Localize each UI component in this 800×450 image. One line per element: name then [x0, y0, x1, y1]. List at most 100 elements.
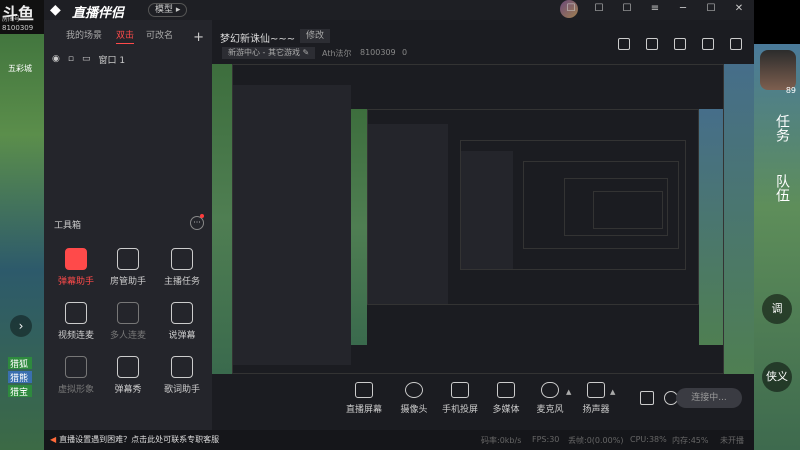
admin-icon: [117, 248, 139, 270]
heat-count: 0: [402, 48, 408, 57]
nested-left-panel-3: [461, 151, 513, 269]
minimize-icon[interactable]: ─: [676, 2, 690, 16]
toolbox-more-button[interactable]: ···: [190, 216, 204, 230]
record-icon[interactable]: [640, 391, 654, 405]
phone-cast-button[interactable]: 手机投屏: [436, 382, 484, 415]
task-label: 任务: [774, 114, 790, 142]
feedback-icon[interactable]: ☐: [620, 2, 634, 16]
game-background-right: 89 任务 队伍 调 侠义: [754, 44, 800, 450]
lock-icon[interactable]: ▫: [68, 54, 74, 64]
share-icon[interactable]: [730, 38, 742, 50]
tool-read-danmu[interactable]: 说弹幕: [154, 302, 210, 341]
title-bar: ◆ 直播伴侣 模型 ▸ ☐ ☐ ☐ ≡ ─ ☐ ✕: [44, 0, 754, 21]
game-character-avatar: [760, 50, 796, 90]
tool-danmu-assistant[interactable]: 弹幕助手: [48, 248, 104, 287]
nested-window-5: [564, 178, 668, 236]
camera-icon: [405, 382, 423, 398]
tool-danmu-show[interactable]: 弹幕秀: [100, 356, 156, 395]
cpu-stat: CPU:38%: [630, 435, 667, 444]
speaker-dropdown-icon[interactable]: ▲: [610, 388, 615, 396]
room-title: 梦幻新诛仙~~~: [220, 34, 296, 45]
multimedia-button[interactable]: 多媒体: [482, 382, 530, 415]
window-icon: ▭: [81, 54, 91, 64]
nested-game-right: [699, 109, 723, 345]
app-window: ◆ 直播伴侣 模型 ▸ ☐ ☐ ☐ ≡ ─ ☐ ✕ 我的场景 双击 可改名 + …: [44, 0, 754, 450]
video-linkmic-icon: [65, 302, 87, 324]
team-label: 队伍: [774, 174, 790, 202]
microphone-button[interactable]: 麦克风: [526, 382, 574, 415]
menu-icon[interactable]: ≡: [648, 2, 662, 16]
media-icon: [497, 382, 515, 398]
room-number: 8100309: [2, 24, 34, 32]
mode-button[interactable]: 模型 ▸: [148, 3, 188, 17]
douyu-logo-block: 斗鱼 房间号 8100309: [0, 0, 44, 34]
tool-lyrics-assistant[interactable]: 歌词助手: [154, 356, 210, 395]
tool-video-linkmic[interactable]: 视频连麦: [48, 302, 104, 341]
game-chip: 猎熊: [8, 371, 32, 384]
add-scene-icon[interactable]: +: [193, 30, 204, 45]
screen-capture-button[interactable]: 直播屏幕: [340, 382, 388, 415]
edit-title-button[interactable]: 修改: [300, 29, 331, 43]
game-area-label: 五彩城: [8, 64, 32, 73]
mic-dropdown-icon[interactable]: ▲: [566, 388, 571, 396]
gift-icon[interactable]: [618, 38, 630, 50]
status-bar: ◀ 直播设置遇到困难？点击此处可联系专职客服 码率:0kb/s FPS:30 丢帧…: [44, 430, 754, 450]
stream-preview[interactable]: [212, 64, 754, 374]
scene-item[interactable]: ◉ ▫ ▭ 窗口 1: [52, 52, 202, 66]
nested-window-3: [460, 140, 686, 270]
warning-icon: ◀: [50, 435, 57, 444]
lock-icon[interactable]: [646, 38, 658, 50]
phone-icon: [451, 382, 469, 398]
eye-icon[interactable]: ◉: [52, 54, 60, 64]
maximize-icon[interactable]: ☐: [704, 2, 718, 16]
speaker-icon: [587, 382, 605, 398]
nested-window-4: [523, 161, 679, 249]
nested-window-2: [367, 109, 699, 305]
scene-panel: 我的场景 双击 可改名 + ◉ ▫ ▭ 窗口 1 工具箱 ··· 弹幕助手 房管…: [44, 20, 212, 430]
preview-game-right: [724, 64, 754, 374]
game-background-left: 斗鱼 房间号 8100309 五彩城 › 猎狐 猎熊 猎宝: [0, 0, 44, 450]
camera-button[interactable]: 摄像头: [390, 382, 438, 415]
support-link[interactable]: ◀ 直播设置遇到困难？点击此处可联系专职客服: [50, 434, 219, 445]
memory-stat: 内存:45%: [672, 436, 709, 445]
tool-room-admin[interactable]: 房管助手: [100, 248, 156, 287]
start-live-button[interactable]: 连接中...: [676, 388, 742, 408]
tool-multi-linkmic[interactable]: 多人连麦: [100, 302, 156, 341]
speaker-button[interactable]: 扬声器: [572, 382, 620, 415]
close-icon[interactable]: ✕: [732, 2, 746, 16]
level-badge: 89: [785, 86, 796, 95]
app-logo-icon: ◆: [50, 2, 61, 18]
tab-renamable[interactable]: 可改名: [146, 28, 173, 41]
message-icon[interactable]: ☐: [592, 2, 606, 16]
microphone-icon: [541, 382, 559, 398]
bell-icon[interactable]: [702, 38, 714, 50]
game-round-icon: 调: [762, 294, 792, 324]
control-bar: 直播屏幕 摄像头 手机投屏 多媒体 麦克风 ▲ 扬声器 ▲ 连接中...: [212, 374, 754, 430]
tab-double-click[interactable]: 双击: [116, 28, 135, 44]
layout-icon[interactable]: [674, 38, 686, 50]
scene-tabs: 我的场景 双击 可改名 +: [44, 26, 212, 46]
tool-virtual-avatar[interactable]: 虚拟形象: [48, 356, 104, 395]
live-status: 未开播: [720, 436, 744, 445]
game-round-icon: 侠义: [762, 362, 792, 392]
tool-host-tasks[interactable]: 主播任务: [154, 248, 210, 287]
toolbox-label: 工具箱: [54, 221, 82, 231]
monitor-icon: [355, 382, 373, 398]
game-chip: 猎狐: [8, 357, 32, 370]
danmu-icon: [65, 248, 87, 270]
category-selector[interactable]: 新游中心 - 其它游戏 ✎: [222, 47, 316, 59]
task-icon: [171, 248, 193, 270]
read-danmu-icon: [171, 302, 193, 324]
virtual-avatar-icon: [65, 356, 87, 378]
lyrics-icon: [171, 356, 193, 378]
scene-name: 窗口 1: [98, 55, 126, 66]
room-number-label: 房间号: [2, 16, 21, 23]
game-chip: 猎宝: [8, 385, 32, 398]
skin-icon[interactable]: ☐: [564, 2, 578, 16]
nested-window-6: [593, 191, 663, 229]
tab-my-scenes[interactable]: 我的场景: [66, 28, 102, 41]
bitrate-stat: 码率:0kb/s: [481, 436, 522, 445]
nested-window-1: [232, 64, 724, 374]
multi-linkmic-icon: [117, 302, 139, 324]
preview-game-left: [212, 64, 232, 374]
